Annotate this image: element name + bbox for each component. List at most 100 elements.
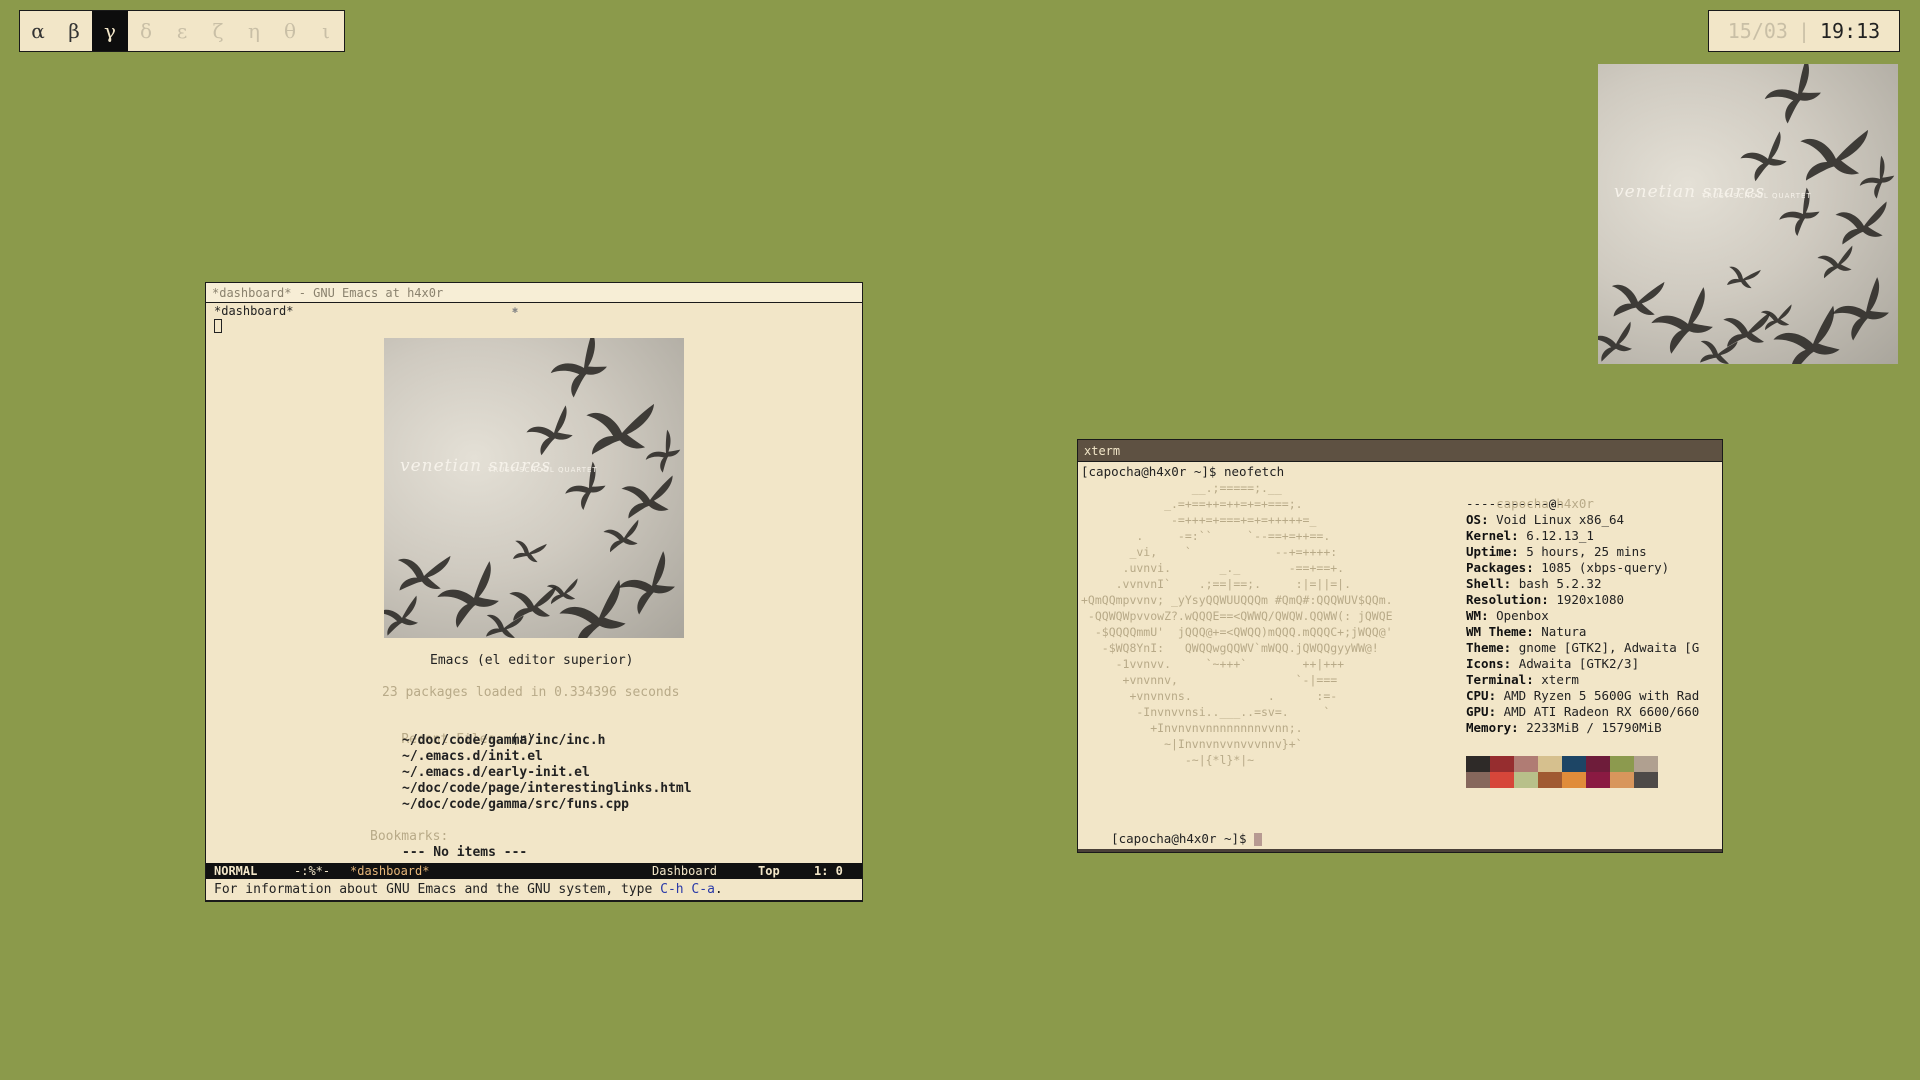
bird-silhouette [559,579,626,638]
modified-icon: ✱ [512,305,519,316]
workspace-button[interactable]: α [20,11,56,51]
emacs-tab[interactable]: *dashboard* ✱ [206,303,862,319]
bird-silhouette [509,585,557,621]
palette-swatch [1562,756,1586,772]
emacs-tab-label: *dashboard* [214,304,294,318]
info-key: Terminal [1466,672,1527,687]
workspace-button[interactable]: ι [308,11,344,51]
info-key: Kernel [1466,528,1512,543]
recent-file-item[interactable]: ~/.emacs.d/early-init.el [402,765,590,780]
info-value: gnome [GTK2], Adwaita [G [1511,640,1700,655]
workspace-button[interactable]: δ [128,11,164,51]
info-value: xterm [1533,672,1579,687]
palette-swatch [1466,756,1490,772]
bird-silhouette [1832,277,1889,341]
info-key: Resolution [1466,592,1542,607]
workspace-button[interactable]: γ [92,11,128,51]
palette-swatch [1490,772,1514,788]
info-key: GPU [1466,704,1489,719]
ascii-line: +vnvnvns. . :=- [1081,689,1338,703]
info-row: Memory: 2233MiB / 15790MiB [1466,720,1662,735]
info-row: CPU: AMD Ryzen 5 5600G with Rad [1466,688,1700,703]
ascii-line: _vi, ` --+=++++: [1081,545,1338,559]
bird-silhouette [621,475,673,519]
info-value: Adwaita [GTK2/3] [1511,656,1640,671]
bird-silhouette [1723,311,1771,347]
bird-silhouette [1740,131,1787,182]
bird-silhouette [586,403,655,455]
info-value: 1920x1080 [1548,592,1625,607]
info-row: OS: Void Linux x86_64 [1466,512,1625,527]
emacs-minibuffer[interactable]: For information about GNU Emacs and the … [206,879,862,901]
palette-swatch [1538,756,1562,772]
info-key: Uptime [1466,544,1512,559]
buffer-name: *dashboard* [350,864,430,878]
bird-silhouette [526,405,573,456]
info-row: Shell: bash 5.2.32 [1466,576,1602,591]
workspace-button[interactable]: ζ [200,11,236,51]
shell-prompt[interactable]: [capocha@h4x0r ~]$ [1081,816,1263,861]
palette-swatch [1610,772,1634,788]
bird-silhouette [1773,305,1840,364]
bird-silhouette [1817,245,1853,279]
info-key: Icons [1466,656,1504,671]
bird-silhouette [486,614,524,638]
xterm-titlebar[interactable]: xterm [1078,440,1722,462]
info-row: WM Theme: Natura [1466,624,1587,639]
clock-time: 19:13 [1820,19,1881,43]
info-row: Icons: Adwaita [GTK2/3] [1466,656,1640,671]
workspace-button[interactable]: β [56,11,92,51]
workspace-button[interactable]: θ [272,11,308,51]
ascii-line: +Invnvnvnnnnnnnnvvnn;. [1081,721,1303,735]
palette-swatch [1466,772,1490,788]
emacs-window[interactable]: *dashboard* - GNU Emacs at h4x0r *dashbo… [205,282,863,902]
minibuffer-end: . [714,882,723,897]
major-mode[interactable]: Dashboard [652,863,717,879]
ascii-line: -$WQ8YnI: QWQQwgQQWV`mWQQ.jQWQQgyyWW@! [1081,641,1379,655]
workspace-button[interactable]: ε [164,11,200,51]
bird-silhouette [1835,201,1887,245]
xterm-window[interactable]: xterm [capocha@h4x0r ~]$ neofetch __.;==… [1077,439,1723,853]
recent-file-item[interactable]: ~/doc/code/page/interestinglinks.html [402,781,692,796]
xterm-bottom-border [1078,849,1722,852]
dashboard-banner-image: venetian snares TRUST SCHOOL QUARTET [384,338,684,638]
bird-silhouette [645,429,681,473]
palette-swatch [1514,756,1538,772]
info-key: Packages [1466,560,1527,575]
recent-file-item[interactable]: ~/doc/code/gamma/src/funs.cpp [402,797,629,812]
packages-loaded-line: 23 packages loaded in 0.334396 seconds [382,685,680,700]
clock-separator: | [1797,19,1811,43]
ascii-line: .uvnvi. _._ -==+==+. [1081,561,1345,575]
ascii-line: -QQWQWpvvowZ?.wQQQE==<QWWQ/QWQW.QQWW(: j… [1081,609,1393,623]
clock-date: 15/03 [1727,19,1788,43]
clock-widget: 15/03 | 19:13 [1708,10,1900,52]
info-value: 2233MiB / 15790MiB [1518,720,1662,735]
line-column: 1: 0 [814,864,843,878]
workspace-button[interactable]: η [236,11,272,51]
palette-swatch [1610,756,1634,772]
bird-silhouette [1764,64,1821,124]
info-key: CPU [1466,688,1489,703]
recent-file-item[interactable]: ~/doc/code/gamma/inc/inc.h [402,733,606,748]
terminal-cursor [1254,833,1263,846]
bird-silhouette [546,578,578,605]
birds-illustration [1598,64,1895,364]
info-rule: ------------- [1466,496,1564,511]
bird-silhouette [1760,304,1792,331]
bird-silhouette [384,595,419,636]
ascii-line: -1vvnvv. `~+++` ++|+++ [1081,657,1345,671]
album-subtitle: TRUST SCHOOL QUARTET [1702,192,1812,200]
text-cursor [214,319,222,333]
bird-silhouette [513,540,547,563]
emacs-titlebar[interactable]: *dashboard* - GNU Emacs at h4x0r [206,283,862,303]
ascii-line: -=+++=+===+=+=+++++=_ [1081,513,1317,527]
recent-file-item[interactable]: ~/.emacs.d/init.el [402,749,543,764]
palette-swatch [1634,756,1658,772]
buffer-position: Top [758,864,780,878]
ascii-line: . -=:`` `--==+=++==. [1081,529,1331,543]
prompt-text: [capocha@h4x0r ~]$ [1111,831,1255,846]
ascii-line: -Invnvvnsi..___..=sv=. ` [1081,705,1331,719]
ascii-line: ~|Invnvnvvnvvvnnv}+` [1081,737,1303,751]
palette-swatch [1562,772,1586,788]
bird-silhouette [550,338,607,398]
